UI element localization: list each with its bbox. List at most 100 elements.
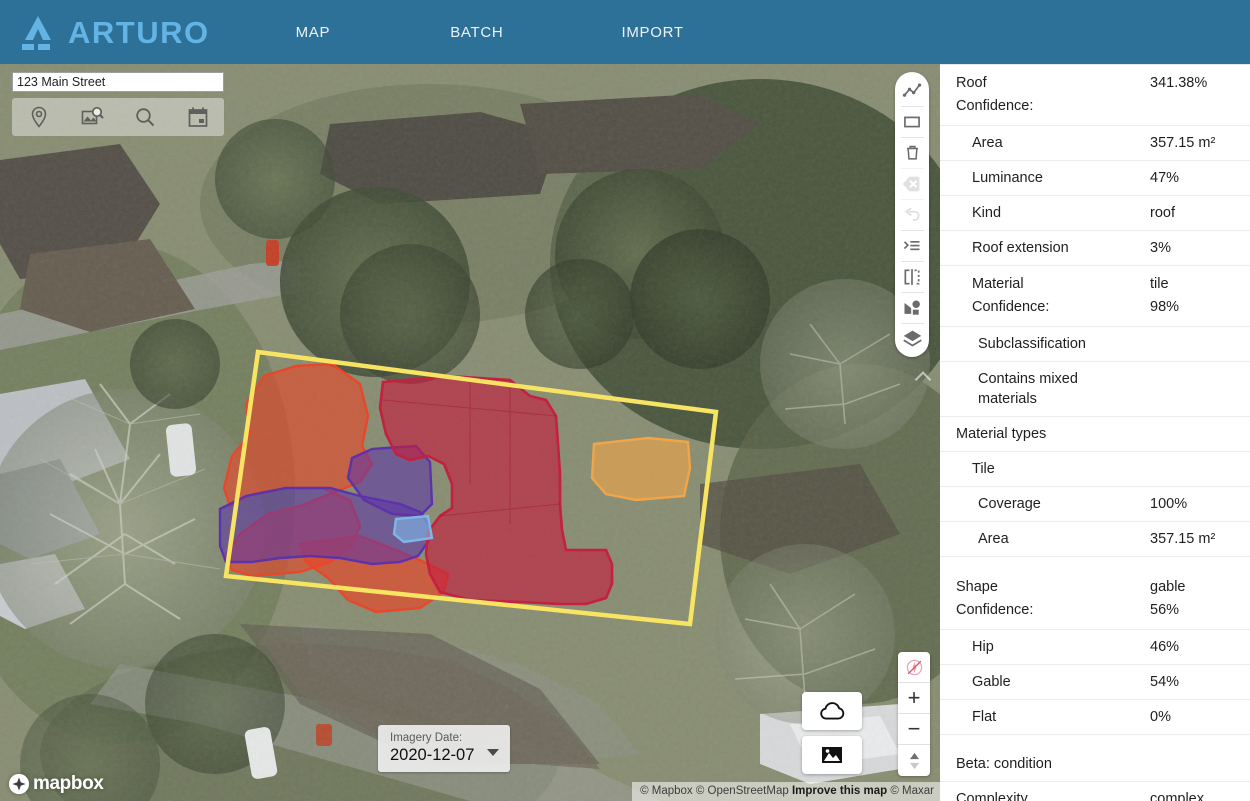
attrib-maxar: © Maxar xyxy=(890,785,934,797)
image-icon xyxy=(822,747,842,763)
attribute-key: Hip xyxy=(972,639,994,655)
search-box xyxy=(12,72,224,136)
undo-edit[interactable] xyxy=(897,199,928,230)
brand-text: ARTURO xyxy=(68,14,210,50)
compass-reset-button[interactable] xyxy=(898,652,930,683)
attribute-row[interactable]: Contains mixed materials xyxy=(940,362,1250,417)
nav-batch[interactable]: BATCH xyxy=(446,16,507,49)
satellite-imagery xyxy=(0,64,940,801)
search-input[interactable] xyxy=(12,72,224,92)
shapes-icon xyxy=(904,300,920,315)
brand[interactable]: ARTURO xyxy=(18,14,210,50)
map-canvas[interactable]: Imagery Date: 2020-12-07 xyxy=(0,64,940,801)
attribute-row[interactable]: Material Confidence: tile 98% xyxy=(940,266,1250,327)
attribute-value: 0% xyxy=(1150,709,1171,725)
cloud-icon xyxy=(820,702,845,720)
trash-icon xyxy=(906,145,918,160)
main-nav: MAP BATCH IMPORT xyxy=(292,16,688,49)
attribute-row[interactable]: Area 357.15 m² xyxy=(940,126,1250,161)
draw-polyline[interactable] xyxy=(897,75,928,106)
attribute-row[interactable]: Subclassification xyxy=(940,327,1250,362)
attribute-row[interactable]: Roof Confidence: 341.38% xyxy=(940,65,1250,126)
zoom-out-button[interactable]: − xyxy=(898,714,930,745)
attrib-improve-link[interactable]: Improve this map xyxy=(792,785,887,797)
attribute-key: Contains mixed materials xyxy=(978,371,1078,407)
attribute-row[interactable]: Roof extension 3% xyxy=(940,231,1250,266)
chevron-up-icon[interactable] xyxy=(910,364,936,390)
imagery-date-selector[interactable]: Imagery Date: 2020-12-07 xyxy=(378,725,510,772)
pitch-toggle-button[interactable] xyxy=(898,745,930,776)
attribute-row[interactable]: Gable 54% xyxy=(940,665,1250,700)
attribute-row[interactable]: Coverage 100% xyxy=(940,487,1250,522)
row-spacer xyxy=(940,557,1250,569)
mapbox-logo[interactable]: mapbox xyxy=(8,773,104,795)
attribute-row[interactable]: Luminance 47% xyxy=(940,161,1250,196)
nav-map[interactable]: MAP xyxy=(292,16,335,49)
mapbox-logo-text: mapbox xyxy=(33,773,104,794)
attribute-row[interactable]: Shape Confidence: gable 56% xyxy=(940,569,1250,630)
attribute-value: 341.38% xyxy=(1150,75,1208,91)
calendar-icon[interactable] xyxy=(186,105,210,129)
map-attribution: © Mapbox © OpenStreetMap Improve this ma… xyxy=(632,782,940,801)
attribute-row[interactable]: Beta: condition xyxy=(940,747,1250,782)
layers-tool[interactable] xyxy=(897,323,928,354)
attribute-value: 3% xyxy=(1150,240,1171,256)
attribute-row[interactable]: Kind roof xyxy=(940,196,1250,231)
map-pin-icon[interactable] xyxy=(27,105,51,129)
attribute-value: complex xyxy=(1150,791,1204,801)
nav-import[interactable]: IMPORT xyxy=(617,16,687,49)
polyline-icon xyxy=(902,83,922,97)
indent-list-icon xyxy=(903,240,920,250)
compass-disabled-icon xyxy=(906,659,922,675)
search-icon[interactable] xyxy=(133,105,157,129)
attribute-key: Material types xyxy=(956,426,1047,442)
attribute-key: Area xyxy=(978,531,1009,547)
split-feature[interactable] xyxy=(897,230,928,261)
draw-rectangle[interactable] xyxy=(897,106,928,137)
arturo-app: ARTURO MAP BATCH IMPORT 123 Main Street … xyxy=(0,0,1250,801)
layer-buttons xyxy=(802,692,862,774)
layers-icon xyxy=(902,330,922,347)
attribute-key: Tile xyxy=(972,461,995,477)
annotation-outbuilding xyxy=(590,436,692,502)
attrib-mapbox[interactable]: © Mapbox xyxy=(640,785,693,797)
attribute-rows: Roof Confidence: 341.38% Area 357.15 m² Lumin… xyxy=(940,65,1250,801)
cancel-edit[interactable] xyxy=(897,168,928,199)
mirror-feature[interactable] xyxy=(897,261,928,292)
attribute-key: Area xyxy=(972,135,1003,151)
attribute-value: 357.15 m² xyxy=(1150,135,1216,151)
image-search-icon[interactable] xyxy=(80,105,104,129)
attribute-key: Flat xyxy=(972,709,997,725)
imagery-layer-button[interactable] xyxy=(802,736,862,774)
attributes-panel[interactable]: Roof Confidence: 341.38% Area 357.15 m² Lumin… xyxy=(940,64,1250,801)
attribute-key: Material Confidence: xyxy=(972,276,1050,315)
attribute-value: 46% xyxy=(1150,639,1180,655)
app-header: ARTURO MAP BATCH IMPORT xyxy=(0,0,1250,64)
draw-toolbar xyxy=(895,72,929,357)
attribute-key: Roof Confidence: xyxy=(956,75,1034,114)
attribute-row[interactable]: Flat 0% xyxy=(940,700,1250,735)
delete-feature[interactable] xyxy=(897,137,928,168)
attribute-key: Shape Confidence: xyxy=(956,579,1034,618)
attribute-row[interactable]: Hip 46% xyxy=(940,630,1250,665)
imagery-date-value: 2020-12-07 xyxy=(390,746,475,764)
attribute-key: Beta: condition xyxy=(956,756,1052,772)
mapbox-mark-icon xyxy=(8,773,30,795)
attribute-value: 100% xyxy=(1150,496,1188,512)
attrib-osm[interactable]: © OpenStreetMap xyxy=(696,785,789,797)
attribute-row[interactable]: Material types xyxy=(940,417,1250,452)
attribute-row[interactable]: Area 357.15 m² xyxy=(940,522,1250,557)
attribute-key: Coverage xyxy=(978,496,1041,512)
shapes-tool[interactable] xyxy=(897,292,928,323)
mirror-split-icon xyxy=(904,268,920,285)
attribute-row[interactable]: Complexity complex xyxy=(940,782,1250,801)
zoom-in-button[interactable]: + xyxy=(898,683,930,714)
annotation-pool xyxy=(392,514,434,544)
attribute-key: Subclassification xyxy=(978,336,1086,352)
attribute-key: Complexity xyxy=(956,791,1028,801)
row-spacer xyxy=(940,735,1250,747)
attribute-key: Gable xyxy=(972,674,1011,690)
undo-icon xyxy=(904,207,920,221)
attribute-row[interactable]: Tile xyxy=(940,452,1250,487)
weather-layer-button[interactable] xyxy=(802,692,862,730)
